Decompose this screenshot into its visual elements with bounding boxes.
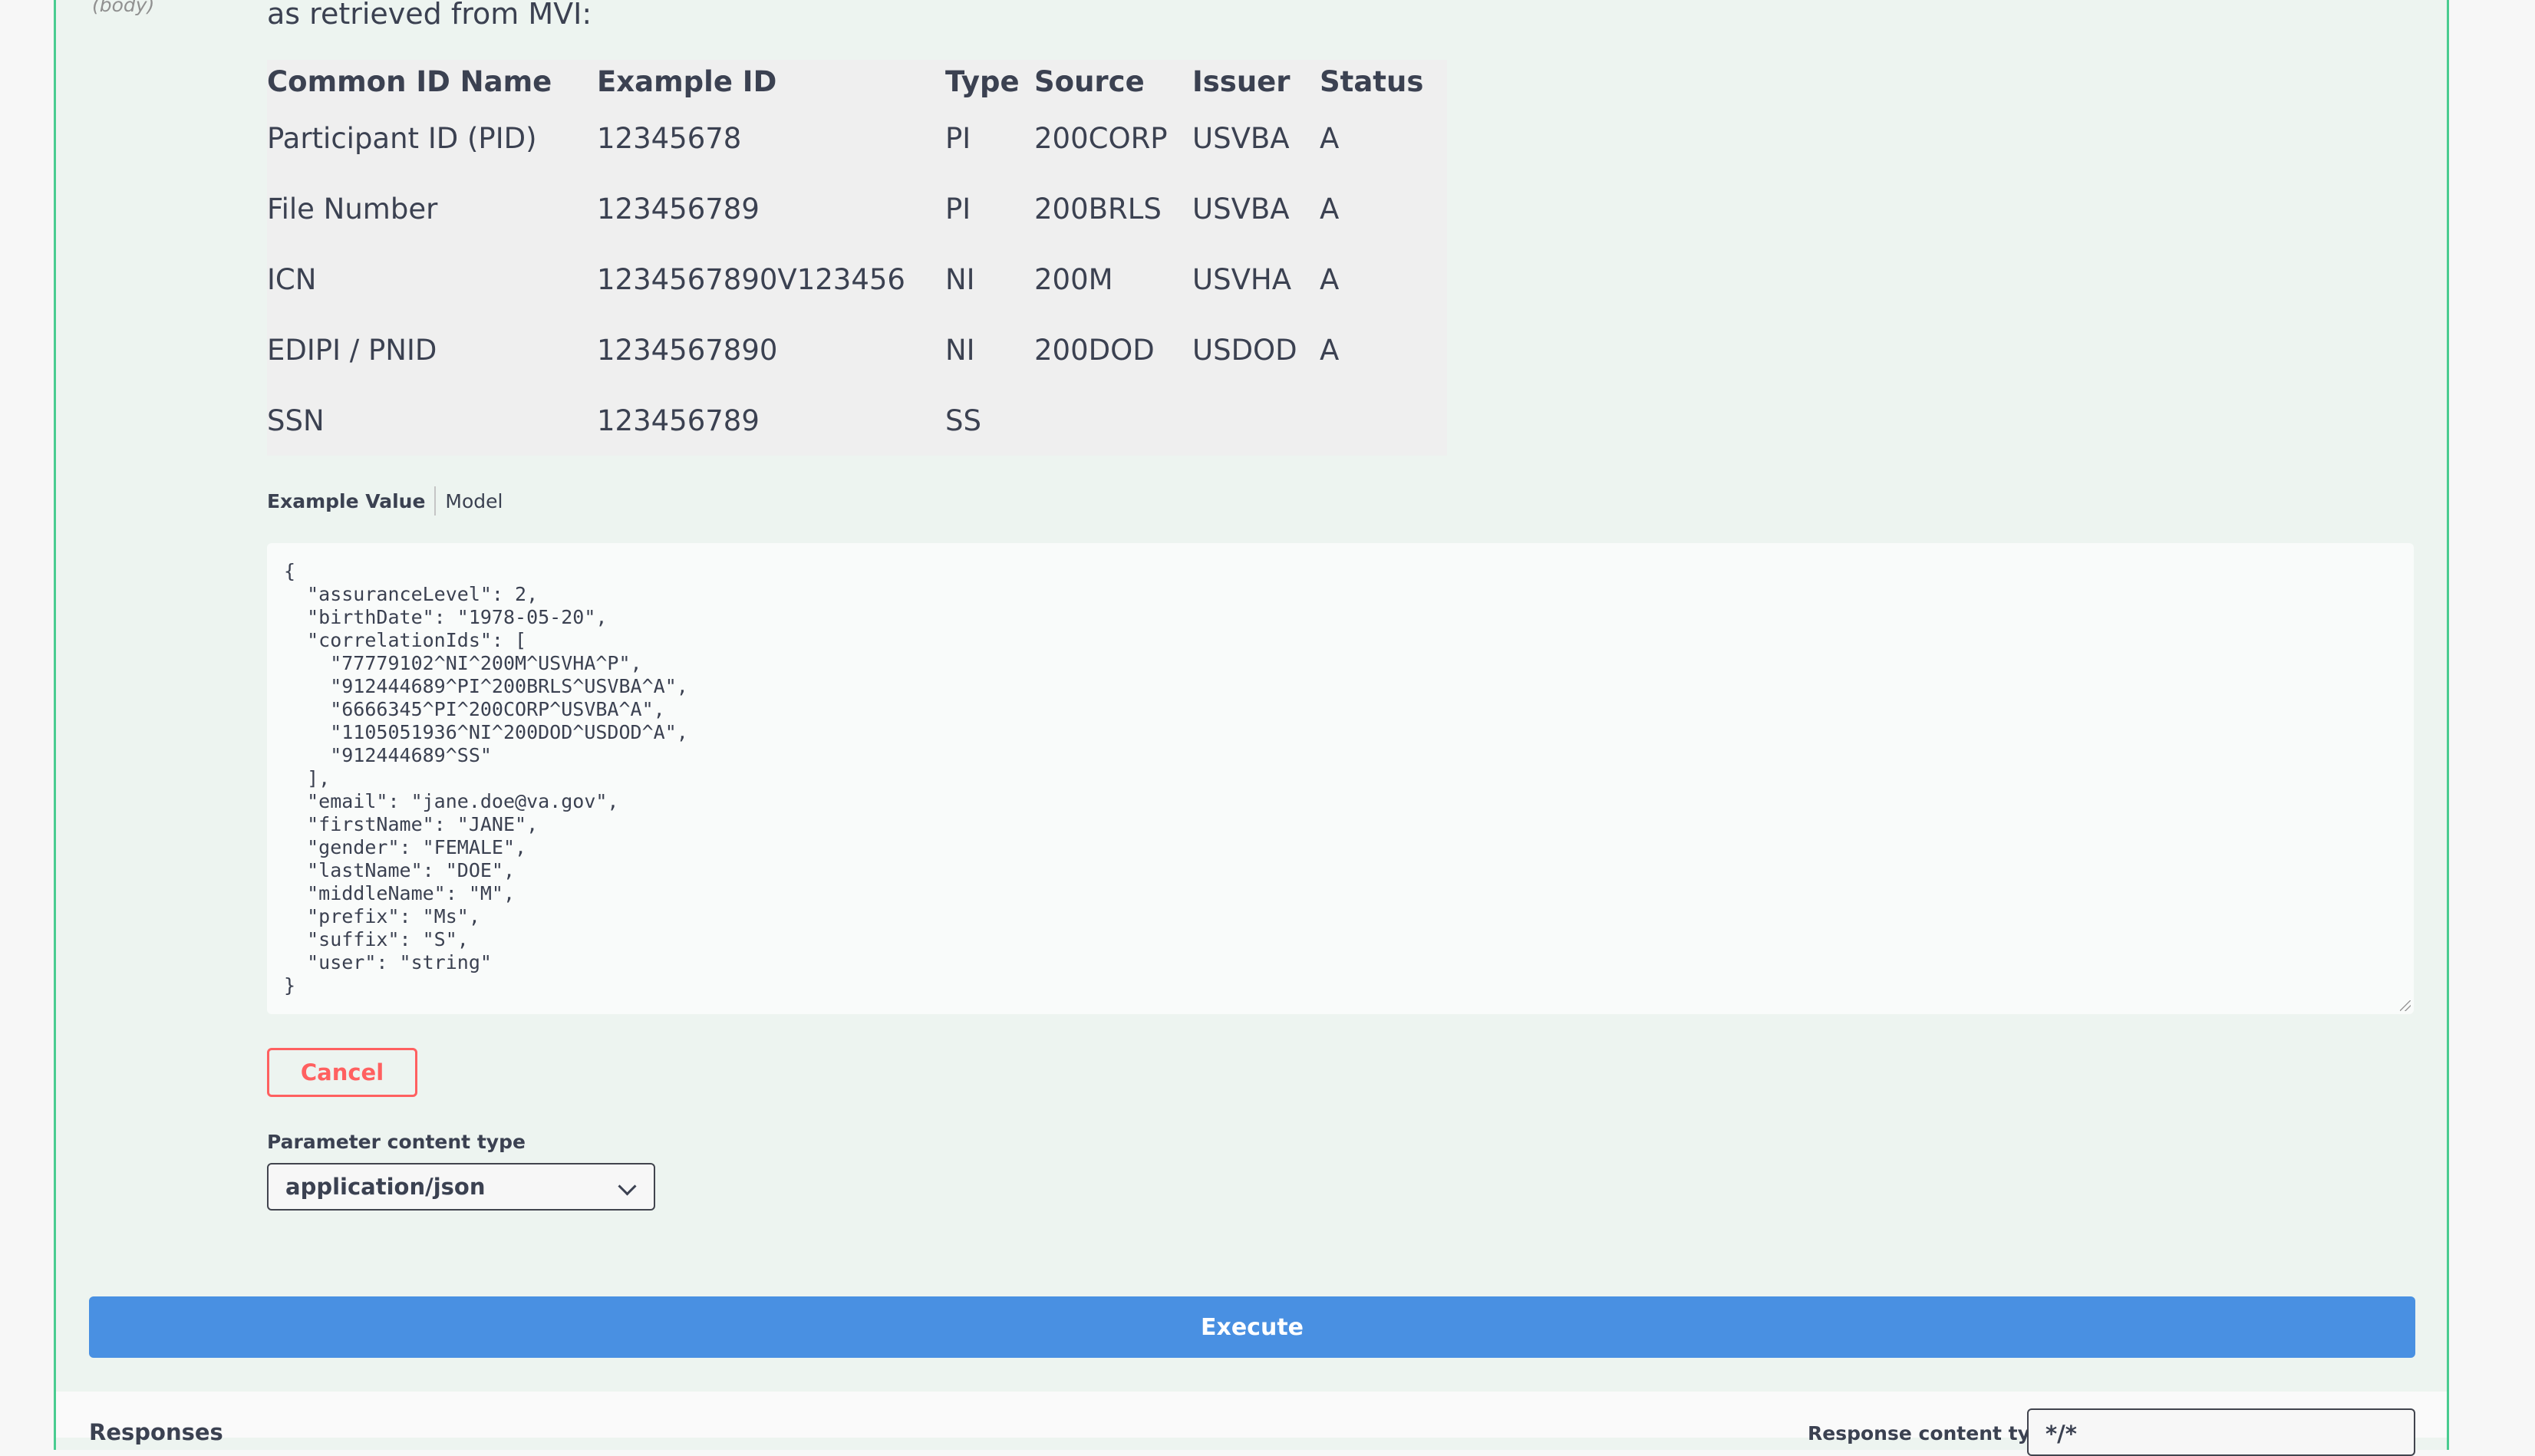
table-cell: 12345678 bbox=[597, 121, 742, 155]
table-cell: 200CORP bbox=[1034, 121, 1168, 155]
table-row: SSN 123456789 SS bbox=[267, 385, 1447, 456]
table-cell bbox=[1320, 385, 1447, 456]
table-cell: USVBA bbox=[1192, 192, 1290, 226]
table-cell bbox=[1034, 385, 1192, 456]
parameter-content-type-select[interactable]: application/json bbox=[267, 1163, 655, 1211]
table-cell: EDIPI / PNID bbox=[267, 333, 437, 367]
table-cell: A bbox=[1320, 262, 1340, 296]
table-cell: NI bbox=[945, 333, 975, 367]
table-cell: PI bbox=[945, 192, 971, 226]
table-cell: 200DOD bbox=[1034, 333, 1155, 367]
parameter-content-type-label: Parameter content type bbox=[267, 1131, 526, 1153]
selected-value: */* bbox=[2045, 1421, 2077, 1447]
execute-button[interactable]: Execute bbox=[89, 1296, 2415, 1358]
table-cell: PI bbox=[945, 121, 971, 155]
selected-value: application/json bbox=[285, 1174, 486, 1200]
column-header: Status bbox=[1320, 64, 1424, 98]
response-content-type-select[interactable]: */* bbox=[2027, 1408, 2415, 1456]
column-header: Common ID Name bbox=[267, 64, 552, 98]
example-model-tabs: Example Value Model bbox=[267, 486, 503, 516]
parameter-description: as retrieved from MVI: bbox=[267, 0, 592, 31]
table-cell: A bbox=[1320, 333, 1340, 367]
table-cell: SSN bbox=[267, 404, 325, 437]
table-cell: File Number bbox=[267, 192, 438, 226]
column-header: Issuer bbox=[1192, 64, 1291, 98]
table-row: File Number 123456789 PI 200BRLS USVBA A bbox=[267, 173, 1447, 244]
table-cell: ICN bbox=[267, 262, 317, 296]
responses-title: Responses bbox=[89, 1419, 223, 1445]
resize-handle-icon[interactable] bbox=[2400, 1000, 2411, 1011]
table-row: ICN 1234567890V123456 NI 200M USVHA A bbox=[267, 244, 1447, 315]
parameter-in-label: (body) bbox=[92, 0, 155, 16]
table-cell: USVBA bbox=[1192, 121, 1290, 155]
request-body-textarea[interactable]: { "assuranceLevel": 2, "birthDate": "197… bbox=[267, 543, 2414, 1014]
table-cell: A bbox=[1320, 192, 1340, 226]
table-cell: USVHA bbox=[1192, 262, 1292, 296]
table-cell: 1234567890V123456 bbox=[597, 262, 905, 296]
table-cell: USDOD bbox=[1192, 333, 1297, 367]
column-header: Example ID bbox=[597, 64, 777, 98]
table-cell: SS bbox=[945, 404, 981, 437]
table-cell: Participant ID (PID) bbox=[267, 121, 537, 155]
request-body-json[interactable]: { "assuranceLevel": 2, "birthDate": "197… bbox=[267, 543, 2414, 1014]
table-cell: A bbox=[1320, 121, 1340, 155]
response-content-type-label: Response content type bbox=[1808, 1422, 2057, 1444]
table-cell: 123456789 bbox=[597, 192, 760, 226]
table-cell: 1234567890 bbox=[597, 333, 778, 367]
column-header: Type bbox=[945, 64, 1020, 98]
table-cell: 123456789 bbox=[597, 404, 760, 437]
table-row: Participant ID (PID) 12345678 PI 200CORP… bbox=[267, 103, 1447, 173]
table-cell: NI bbox=[945, 262, 975, 296]
chevron-down-icon bbox=[618, 1177, 637, 1196]
table-header-row: Common ID Name Example ID Type Source Is… bbox=[267, 60, 1447, 103]
column-header: Source bbox=[1034, 64, 1145, 98]
table-cell: 200M bbox=[1034, 262, 1113, 296]
table-cell bbox=[1192, 385, 1320, 456]
table-cell: 200BRLS bbox=[1034, 192, 1162, 226]
correlation-id-table: Common ID Name Example ID Type Source Is… bbox=[267, 60, 1447, 456]
tab-divider bbox=[434, 486, 437, 516]
tab-model[interactable]: Model bbox=[445, 490, 503, 512]
cancel-button[interactable]: Cancel bbox=[267, 1048, 417, 1097]
tab-example-value[interactable]: Example Value bbox=[267, 490, 425, 512]
table-row: EDIPI / PNID 1234567890 NI 200DOD USDOD … bbox=[267, 315, 1447, 385]
